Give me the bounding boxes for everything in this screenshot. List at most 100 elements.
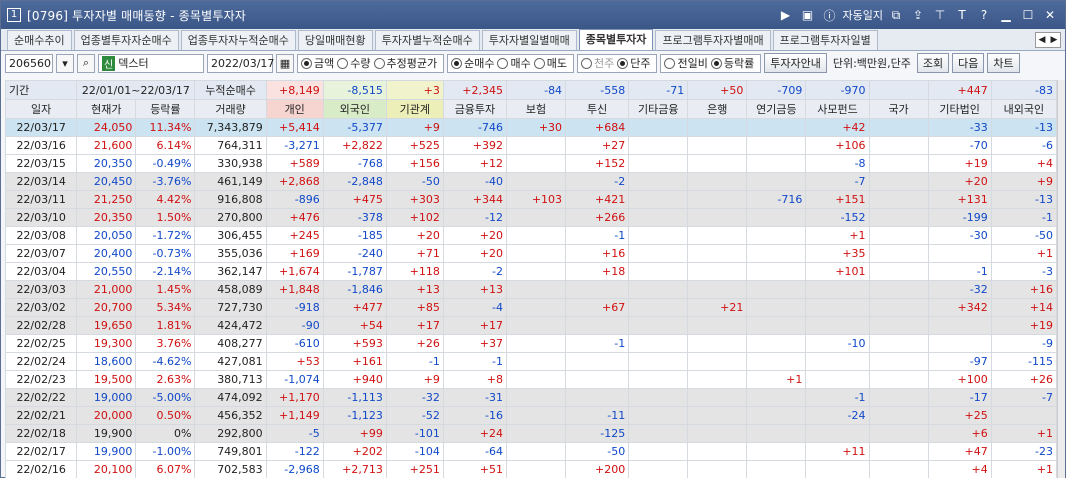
memo-icon[interactable]: ▣ [799,5,817,25]
table-cell: +26 [990,370,1058,389]
auto-journal-button[interactable]: 자동일지 [843,5,883,25]
help-icon[interactable]: ? [975,5,993,25]
table-row[interactable]: 22/02/25 19,300 3.76% 408,277 -610 +593 +26 +37… [4,334,1058,353]
tab-8[interactable]: 프로그램투자자일별 [772,30,878,50]
column-header[interactable]: 등락률 [135,99,196,119]
column-header[interactable]: 일자 [4,99,78,119]
table-cell: +2,868 [265,172,324,191]
column-header[interactable]: 사모펀드 [805,99,870,119]
from-date[interactable]: 22/01/01 [82,84,131,97]
table-row[interactable]: 22/02/21 20,000 0.50% 456,352 +1,149 -1,123 -5… [4,406,1058,425]
column-header[interactable]: 내외국인 [990,99,1058,119]
investor-guide-button[interactable]: 투자자안내 [764,53,827,73]
table-row[interactable]: 22/03/11 21,250 4.42% 916,808 -896 +475 +303 +3… [4,190,1058,209]
radio-radio2-0[interactable]: 순매수 [451,55,494,71]
pin-icon[interactable]: ⊤ [931,5,949,25]
tab-3[interactable]: 당일매매현황 [297,30,373,50]
table-row[interactable]: 22/03/10 20,350 1.50% 270,800 +476 -378 +102 -1… [4,208,1058,227]
table-row[interactable]: 22/03/04 20,550 -2.14% 362,147 +1,674 -1,787 +… [4,262,1058,281]
column-header[interactable]: 은행 [687,99,748,119]
chart-button[interactable]: 차트 [987,53,1020,73]
table-row[interactable]: 22/02/28 19,650 1.81% 424,472 -90 +54 +17 +17 +1… [4,316,1058,335]
table-cell: 20,550 [76,262,137,281]
table-row[interactable]: 22/02/23 19,500 2.63% 380,713 -1,074 +940 +9 +8… [4,370,1058,389]
tab-7[interactable]: 프로그램투자자별매매 [655,30,771,50]
table-cell: 7,343,879 [194,118,267,137]
column-header[interactable]: 기타법인 [927,99,992,119]
stock-name-field[interactable]: 신 덱스터 [98,53,204,73]
table-row[interactable]: 22/03/08 20,050 -1.72% 306,455 +245 -185 +20 +2… [4,226,1058,245]
table-cell: 22/02/17 [4,442,78,461]
font-icon[interactable]: T [953,5,971,25]
link-icon[interactable]: ⧉ [887,5,905,25]
table-cell: +19 [927,154,992,173]
table-row[interactable]: 22/03/07 20,400 -0.73% 355,036 +169 -240 +71 +2… [4,244,1058,263]
table-cell: 2.63% [135,370,196,389]
radio-radio1-1[interactable]: 수량 [337,55,371,71]
table-row[interactable]: 22/02/18 19,900 0% 292,800 -5 +99 -101 +24 -125 +… [4,424,1058,443]
tab-5[interactable]: 투자자별일별매매 [481,30,577,50]
table-row[interactable]: 22/03/15 20,350 -0.49% 330,938 +589 -768 +156 +… [4,154,1058,173]
calendar-icon[interactable]: ▦ [276,53,294,73]
date-input[interactable]: 2022/03/17 [207,53,274,73]
tab-scroll[interactable]: ◀ ▶ [1035,32,1061,48]
column-header[interactable]: 거래량 [194,99,267,119]
radio-radio1-2[interactable]: 추정평균가 [373,55,437,71]
maximize-icon[interactable]: ☐ [1019,5,1037,25]
next-button[interactable]: 다음 [952,53,985,73]
table-row[interactable]: 22/03/16 21,600 6.14% 764,311 -3,271 +2,822 +5… [4,136,1058,155]
table-row[interactable]: 22/03/17 24,050 11.34% 7,343,879 +5,414 -5,37… [4,118,1058,137]
radio-radio2-2[interactable]: 매도 [533,55,567,71]
radio-radio4-0[interactable]: 전일비 [664,55,708,71]
tab-left-icon[interactable]: ◀ [1036,33,1048,47]
code-dropdown-icon[interactable]: ▾ [56,53,74,73]
radio-radio3-0[interactable]: 천주 [580,55,614,71]
column-header[interactable]: 기타금융 [628,99,689,119]
play-icon[interactable]: ▶ [777,5,795,25]
column-header[interactable]: 금융투자 [442,99,508,119]
radio-radio2-1[interactable]: 매수 [497,55,531,71]
table-cell [868,316,929,335]
search-icon[interactable]: ⌕ [77,53,95,73]
radio-circle-icon [301,57,312,69]
radio-radio3-1[interactable]: 단주 [617,55,650,71]
summary-cell: -71 [628,80,689,100]
vertical-scrollbar[interactable] [1057,80,1065,478]
code-input[interactable]: 206560 [5,53,53,73]
tab-2[interactable]: 업종투자자누적순매수 [180,30,296,50]
column-header[interactable]: 투신 [565,99,630,119]
alert-icon[interactable]: ⓘ [821,5,839,25]
table-row[interactable]: 22/03/14 20,450 -3.76% 461,149 +2,868 -2,848-… [4,172,1058,191]
query-button[interactable]: 조회 [916,53,950,73]
table-row[interactable]: 22/02/16 20,100 6.07% 702,583 -2,968 +2,713 +2… [4,460,1058,478]
table-cell: +20 [442,244,508,263]
to-date[interactable]: 22/03/17 [140,84,189,97]
table-cell: 22/03/03 [4,280,78,299]
radio-label: 등락률 [723,57,755,70]
table-cell [505,316,567,335]
column-header[interactable]: 개인 [265,99,324,119]
column-header[interactable]: 기관계 [385,99,444,119]
column-header[interactable]: 현재가 [76,99,137,119]
tab-4[interactable]: 투자자별누적순매수 [374,30,480,50]
table-row[interactable]: 22/02/22 19,000 -5.00% 474,092 +1,170 -1,113-… [4,388,1058,407]
table-row[interactable]: 22/03/02 20,700 5.34% 727,730 -918 +477 +85 -4 +… [4,298,1058,317]
radio-radio4-1[interactable]: 등락률 [710,55,755,71]
radio-radio1-0[interactable]: 금액 [301,55,334,71]
table-row[interactable]: 22/03/03 21,000 1.45% 458,089 +1,848 -1,846 +1… [4,280,1058,299]
tab-right-icon[interactable]: ▶ [1048,33,1060,47]
table-row[interactable]: 22/02/17 19,900 -1.00% 749,801 -122 +202 -104-… [4,442,1058,461]
column-header[interactable]: 연기금등 [746,99,807,119]
close-icon[interactable]: ✕ [1041,5,1059,25]
table-row[interactable]: 22/02/24 18,600 -4.62% 427,081 +53 +161 -1 -1 -9… [4,352,1058,371]
tab-6[interactable]: 종목별투자자 [578,29,654,50]
column-header[interactable]: 보험 [505,99,567,119]
minimize-icon[interactable]: ▁ [997,5,1015,25]
column-header[interactable]: 국가 [868,99,929,119]
column-header[interactable]: 외국인 [322,99,387,119]
tab-0[interactable]: 순매수추이 [7,30,72,50]
upload-icon[interactable]: ⇪ [909,5,927,25]
period-range[interactable]: 22/01/01~22/03/17 [76,80,196,100]
tab-1[interactable]: 업종별투자자순매수 [73,30,179,50]
table-cell: +589 [265,154,324,173]
